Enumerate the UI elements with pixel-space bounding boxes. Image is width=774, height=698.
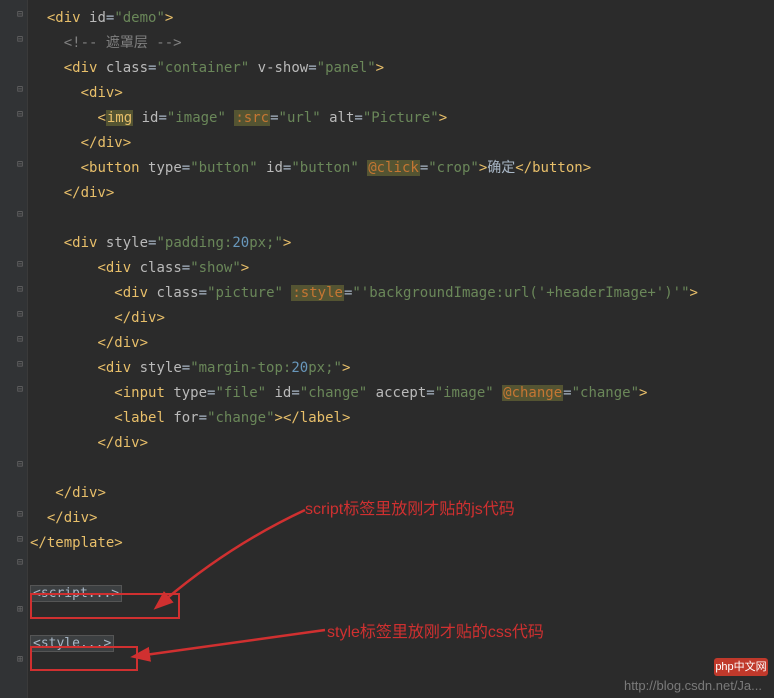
annotation-style: style标签里放刚才贴的css代码 <box>327 618 544 642</box>
code-line: </div> <box>30 181 774 206</box>
code-line: </div> <box>30 306 774 331</box>
fold-toggle[interactable]: ⊟ <box>15 335 25 345</box>
code-line: <div class="picture" :style="'background… <box>30 281 774 306</box>
code-line: <div id="demo"> <box>30 6 774 31</box>
highlight-box-style <box>30 646 138 671</box>
fold-toggle[interactable]: ⊟ <box>15 310 25 320</box>
code-line <box>30 206 774 231</box>
code-line: </div> <box>30 431 774 456</box>
watermark-url: http://blog.csdn.net/Ja... <box>624 678 762 693</box>
fold-toggle[interactable]: ⊟ <box>15 110 25 120</box>
code-line: </div> <box>30 331 774 356</box>
fold-toggle[interactable]: ⊟ <box>15 360 25 370</box>
highlight-box-script <box>30 593 180 619</box>
fold-toggle[interactable]: ⊟ <box>15 535 25 545</box>
editor-gutter: ⊟ ⊟ ⊟ ⊟ ⊟ ⊟ ⊟ ⊟ ⊟ ⊟ ⊟ ⊟ ⊟ ⊟ ⊟ ⊟ ⊞ ⊞ <box>0 0 28 698</box>
annotation-script: script标签里放刚才贴的js代码 <box>305 495 515 519</box>
fold-toggle[interactable]: ⊟ <box>15 558 25 568</box>
code-line <box>30 456 774 481</box>
fold-toggle[interactable]: ⊟ <box>15 210 25 220</box>
code-line: <div class="show"> <box>30 256 774 281</box>
fold-toggle[interactable]: ⊟ <box>15 35 25 45</box>
code-editor[interactable]: <div id="demo"> <!-- 遮罩层 --> <div class=… <box>30 0 774 656</box>
fold-toggle[interactable]: ⊟ <box>15 260 25 270</box>
fold-toggle[interactable]: ⊟ <box>15 385 25 395</box>
fold-toggle[interactable]: ⊟ <box>15 460 25 470</box>
code-line: </div> <box>30 131 774 156</box>
code-line: <input type="file" id="change" accept="i… <box>30 381 774 406</box>
fold-expand[interactable]: ⊞ <box>15 605 25 615</box>
fold-expand[interactable]: ⊞ <box>15 655 25 665</box>
code-line <box>30 556 774 581</box>
code-line: </template> <box>30 531 774 556</box>
fold-toggle[interactable]: ⊟ <box>15 10 25 20</box>
code-line: <label for="change"></label> <box>30 406 774 431</box>
code-line: <div> <box>30 81 774 106</box>
code-line: <div class="container" v-show="panel"> <box>30 56 774 81</box>
fold-toggle[interactable]: ⊟ <box>15 285 25 295</box>
code-line: <div style="padding:20px;"> <box>30 231 774 256</box>
fold-toggle[interactable]: ⊟ <box>15 85 25 95</box>
code-line: <!-- 遮罩层 --> <box>30 31 774 56</box>
watermark-badge: php中文网 <box>714 658 768 676</box>
fold-toggle[interactable]: ⊟ <box>15 160 25 170</box>
code-line: <img id="image" :src="url" alt="Picture"… <box>30 106 774 131</box>
code-line: <div style="margin-top:20px;"> <box>30 356 774 381</box>
fold-toggle[interactable]: ⊟ <box>15 510 25 520</box>
code-line: <button type="button" id="button" @click… <box>30 156 774 181</box>
